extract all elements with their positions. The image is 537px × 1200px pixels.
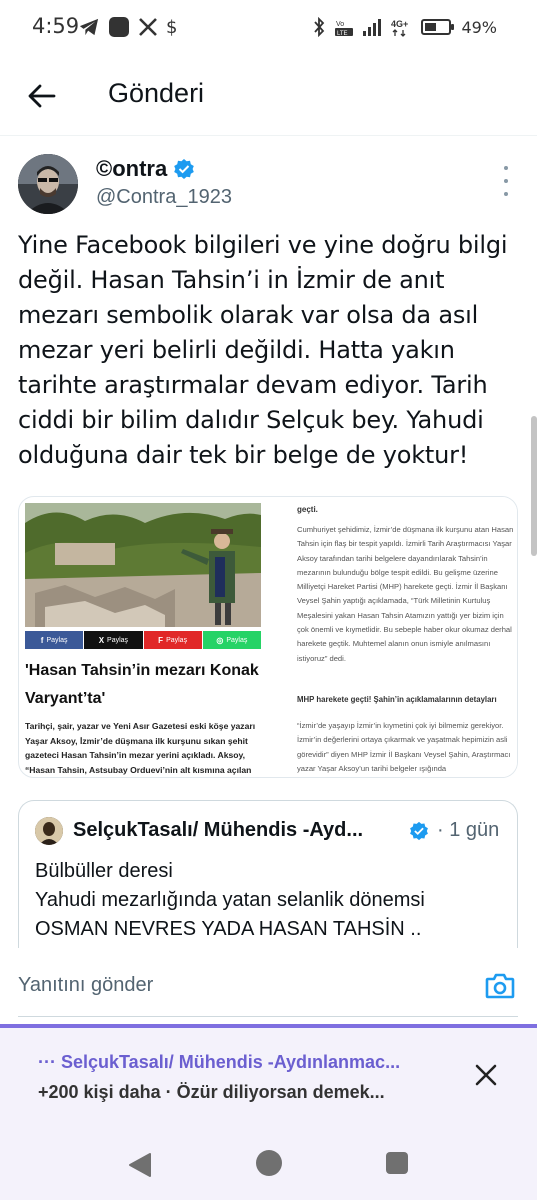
share-button[interactable]: ◎ Paylaş <box>202 631 261 649</box>
news-photo <box>25 503 261 627</box>
battery-percent: 49% <box>461 17 497 37</box>
status-time: 4:59 <box>32 14 80 38</box>
quote-line: Yahudi mezarlığında yatan selanlik dönem… <box>35 889 425 911</box>
facebook-icon: f <box>40 635 44 645</box>
x-icon: X <box>98 635 105 645</box>
volte-icon: Vo LTE <box>335 21 354 37</box>
4g-icon: 4G+ <box>391 19 409 37</box>
quote-author-name: SelçukTasalı/ Mühendis -Ayd... <box>73 819 364 841</box>
share-button[interactable]: F Paylaş <box>143 631 202 649</box>
app-square-icon <box>109 17 129 37</box>
close-icon[interactable] <box>473 1062 499 1088</box>
system-nav-bar <box>0 1128 537 1200</box>
scrollbar[interactable] <box>531 416 537 556</box>
flipboard-icon: F <box>158 635 164 645</box>
telegram-icon <box>79 18 99 36</box>
author-name[interactable]: ©ontra <box>96 156 167 182</box>
page-title: Gönderi <box>108 78 205 108</box>
reply-underline <box>18 1016 518 1017</box>
news-body: Tarihçi, şair, yazar ve Yeni Asır Gazete… <box>25 721 256 775</box>
status-right-icons: Vo LTE 4G+ 49% <box>313 14 497 40</box>
more-dots-icon <box>504 166 508 170</box>
quote-line: Bülbüller deresi <box>35 860 173 882</box>
svg-text:LTE: LTE <box>337 31 348 37</box>
article-paragraph-2: “İzmir’de yaşayıp İzmir’in kıymetini çok… <box>297 721 511 773</box>
tweet-media[interactable]: f Paylaş X Paylaş F Paylaş ◎ Paylaş 'Hasan Tahs… <box>18 496 518 778</box>
author-handle[interactable]: @Contra_1923 <box>96 186 232 209</box>
status-left-icons: $ <box>78 14 177 40</box>
media-image-right[interactable]: geçti. Cumhuriyet şehidimiz, İzmir’de dü… <box>271 497 517 777</box>
share-button-label: Paylaş <box>226 636 248 644</box>
news-headline: 'Hasan Tahsin’in mezarı Konak Varyant’ta… <box>25 662 259 707</box>
bluetooth-icon <box>314 17 325 37</box>
whatsapp-icon: ◎ <box>216 635 224 645</box>
preview-subtitle: +200 kişi daha · Özür diliyorsan demek..… <box>38 1082 385 1102</box>
media-image-left[interactable]: f Paylaş X Paylaş F Paylaş ◎ Paylaş 'Hasan Tahs… <box>19 497 267 777</box>
signal-icon <box>363 18 382 36</box>
quote-line: OSMAN NEVRES YADA HASAN TAHSİN .. <box>35 918 422 940</box>
camera-icon[interactable] <box>485 972 515 1000</box>
svg-text:4G+: 4G+ <box>391 19 408 29</box>
nav-back-icon[interactable] <box>128 1152 152 1178</box>
quote-avatar <box>35 817 63 845</box>
tweet-text: Yine Facebook bilgileri ve yine doğru bi… <box>18 231 508 469</box>
dollar-icon: $ <box>166 16 178 38</box>
share-buttons-row: f Paylaş X Paylaş F Paylaş ◎ Paylaş <box>25 631 261 649</box>
article-paragraph-1: Cumhuriyet şehidimiz, İzmir’de düşmana i… <box>297 525 514 663</box>
verified-badge-icon <box>174 159 195 179</box>
more-options-button[interactable] <box>500 166 512 196</box>
nav-home-icon[interactable] <box>256 1150 282 1176</box>
share-button-label: Paylaş <box>46 636 68 644</box>
verified-badge-icon <box>410 821 428 841</box>
battery-icon <box>421 19 455 35</box>
svg-text:Vo: Vo <box>336 21 344 28</box>
quoted-tweet[interactable]: SelçukTasalı/ Mühendis -Ayd... · 1 gün B… <box>18 800 518 960</box>
avatar[interactable] <box>18 154 78 214</box>
share-button-label: Paylaş <box>107 636 129 644</box>
back-button[interactable] <box>22 76 62 116</box>
share-button[interactable]: X Paylaş <box>84 631 143 649</box>
article-subheading: MHP harekete geçti! Şahin’in açıklamalar… <box>297 695 497 704</box>
nav-recents-icon[interactable] <box>386 1152 408 1174</box>
notification-preview[interactable]: ··· SelçukTasalı/ Mühendis -Aydınlanmac.… <box>0 1028 537 1128</box>
reply-bar: Yanıtını gönder <box>0 948 537 1024</box>
page-header: Gönderi <box>0 56 537 136</box>
status-bar: 4:59 $ Vo LTE 4G+ 49% <box>0 0 537 56</box>
article-heading: geçti. <box>297 505 318 514</box>
share-button-label: Paylaş <box>166 636 188 644</box>
quote-time: · 1 gün <box>437 819 500 841</box>
quote-text: Bülbüller deresi Yahudi mezarlığında yat… <box>35 857 505 944</box>
author-name-row[interactable]: ©ontra <box>96 156 195 182</box>
preview-title[interactable]: ··· SelçukTasalı/ Mühendis -Aydınlanmac.… <box>38 1052 400 1073</box>
reply-input[interactable]: Yanıtını gönder <box>18 974 153 997</box>
share-button[interactable]: f Paylaş <box>25 631 84 649</box>
arrow-left-icon <box>28 84 56 108</box>
x-icon <box>139 18 157 36</box>
tweet-author: ©ontra @Contra_1923 <box>18 154 518 216</box>
